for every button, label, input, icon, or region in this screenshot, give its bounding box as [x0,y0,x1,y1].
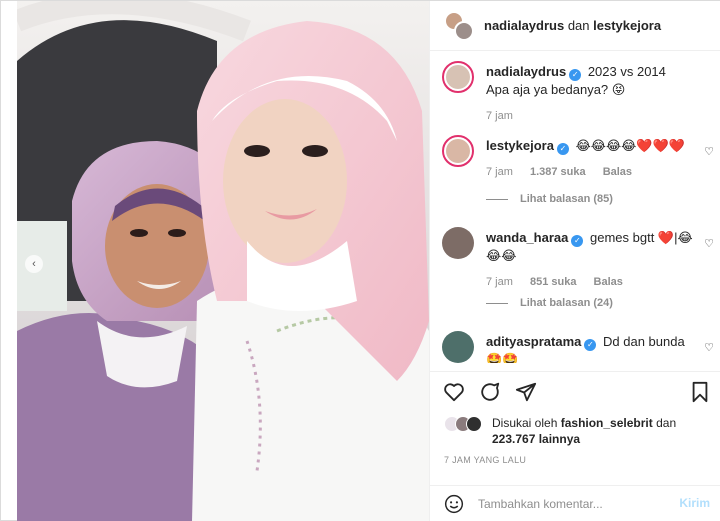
comment-composer: Kirim [430,485,720,521]
caption-text: Apa aja ya bedanya? 😝 [486,82,626,97]
comment-username[interactable]: wanda_haraa [486,230,568,245]
comment-time: 7 jam [486,276,513,288]
view-replies-button[interactable]: Lihat balasan (24) [486,297,613,309]
caption-username[interactable]: nadialaydrus [486,64,566,79]
caption-time: 7 jam [486,110,513,122]
author-connector: dan [567,18,590,33]
avatar [454,20,474,41]
verified-icon: ✓ [569,69,582,81]
comment-icon[interactable] [478,380,502,404]
comment-item: wanda_haraa ✓ gemes bgtt ❤️|😂 😂😂 7 jam 85… [442,227,714,317]
chevron-left-icon[interactable]: ‹ [25,255,43,273]
verified-icon: ✓ [584,339,597,351]
comment-item: adityaspratama ✓ Dd dan bunda 🤩🤩 ♡ [442,331,714,363]
post-caption: nadialaydrus ✓ 2023 vs 2014 Apa aja ya be… [442,61,714,131]
emoji-icon[interactable] [444,494,464,514]
comment-likes[interactable]: 851 suka [530,276,576,288]
share-icon[interactable] [514,380,538,404]
liker-username[interactable]: fashion_selebrit [561,416,653,430]
avatar[interactable] [442,135,474,167]
comment-text: 🤩🤩 [486,352,519,363]
heart-icon[interactable]: ♡ [704,341,714,354]
reply-button[interactable]: Balas [603,166,632,178]
caption-text: 2023 vs 2014 [587,64,666,79]
post-comment-button[interactable]: Kirim [679,496,710,510]
avatar[interactable] [442,61,474,93]
liker-avatars [444,416,484,432]
comment-item: lestykejora ✓ 😂😂😂😂❤️❤️❤️ 7 jam 1.387 suka… [442,135,714,215]
post-header: nadialaydrus dan lestykejora [430,1,720,51]
heart-icon[interactable] [442,380,466,404]
comment-username[interactable]: adityaspratama [486,334,581,349]
comments-list[interactable]: nadialaydrus ✓ 2023 vs 2014 Apa aja ya be… [430,53,720,363]
post-photo[interactable]: ‹ [17,1,429,521]
bookmark-icon[interactable] [688,380,712,404]
post-authors: nadialaydrus dan lestykejora [484,18,661,33]
likes-prefix: Disukai oleh [492,416,558,430]
post-timestamp[interactable]: 7 JAM YANG LALU [444,455,526,465]
author-username[interactable]: lestykejora [593,18,661,33]
view-replies-button[interactable]: Lihat balasan (85) [486,193,613,205]
comment-input[interactable] [478,494,668,514]
comment-text: gemes bgtt ❤️|😂 [590,230,693,245]
post-sidebar: nadialaydrus dan lestykejora nadialaydru… [429,1,720,521]
comment-likes[interactable]: 1.387 suka [530,166,586,178]
author-username[interactable]: nadialaydrus [484,18,564,33]
avatar[interactable] [442,331,474,363]
comment-text: 😂😂😂😂❤️❤️❤️ [575,138,685,153]
post-modal: ‹ nadialaydrus dan lestykejora nadialayd… [0,0,720,521]
collab-avatars[interactable] [444,10,474,41]
heart-icon[interactable]: ♡ [704,145,714,158]
likes-connector: dan [656,416,677,430]
avatar[interactable] [442,227,474,259]
heart-icon[interactable]: ♡ [704,237,714,250]
likes-count[interactable]: 223.767 lainnya [492,432,580,446]
comment-time: 7 jam [486,166,513,178]
action-bar [430,371,720,411]
photo-illustration [17,1,429,521]
comment-username[interactable]: lestykejora [486,138,554,153]
comment-text: Dd dan bunda [603,334,685,349]
comment-text: 😂😂 [486,248,517,263]
reply-button[interactable]: Balas [594,276,623,288]
verified-icon: ✓ [571,235,584,247]
verified-icon: ✓ [556,143,569,155]
